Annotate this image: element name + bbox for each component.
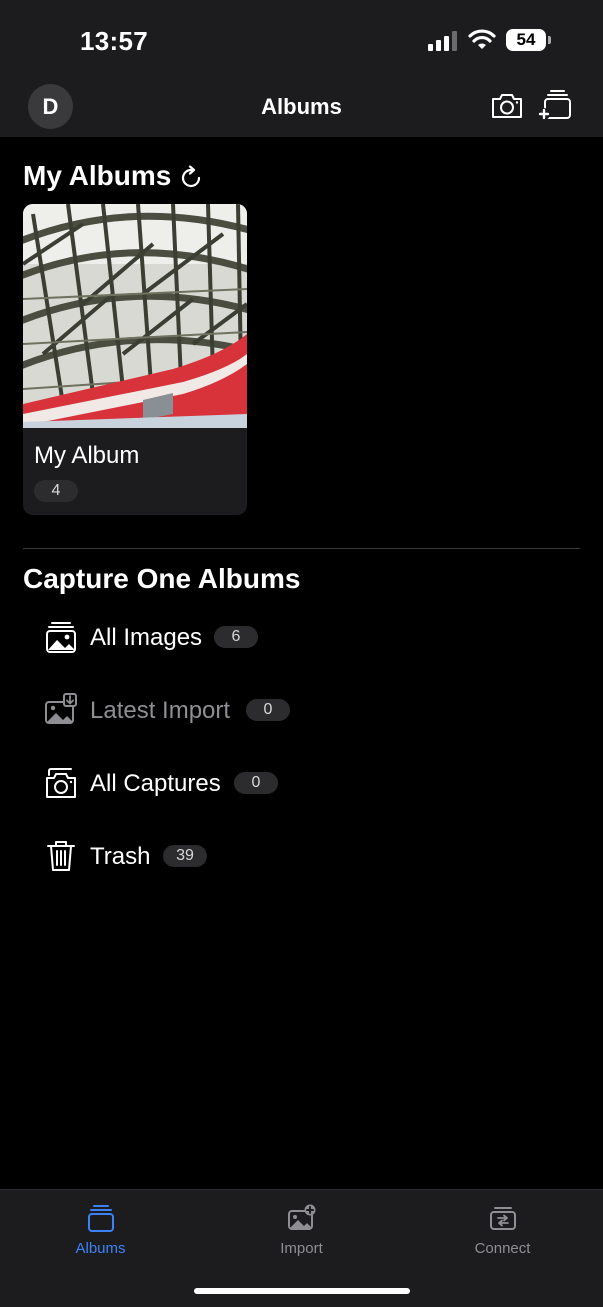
camera-icon[interactable] [490, 92, 524, 120]
battery-indicator: 54 [506, 29, 552, 53]
album-row-latest-import[interactable]: Latest Import 0 [44, 691, 544, 731]
capture-one-albums-heading: Capture One Albums [23, 563, 301, 594]
album-row-count: 39 [163, 845, 207, 867]
images-icon [46, 622, 76, 653]
albums-icon [88, 1205, 114, 1232]
captures-icon [46, 768, 76, 798]
top-bar: 13:57 54 D Albums [0, 0, 603, 137]
album-count-badge: 4 [34, 480, 78, 502]
tab-label: Import [280, 1240, 323, 1257]
trash-icon [47, 841, 75, 871]
album-row-all-captures[interactable]: All Captures 0 [44, 764, 544, 804]
album-row-label: Trash [90, 843, 151, 870]
album-row-trash[interactable]: Trash 39 [44, 837, 544, 877]
import-photo-icon [288, 1204, 316, 1230]
tab-label: Albums [75, 1240, 126, 1257]
tab-albums[interactable]: Albums [0, 1190, 201, 1270]
album-row-count: 0 [234, 772, 278, 794]
import-icon [45, 693, 77, 724]
refresh-icon[interactable] [178, 165, 204, 191]
album-row-all-images[interactable]: All Images 6 [44, 618, 544, 658]
add-album-icon[interactable] [537, 89, 573, 121]
tab-label: Connect [474, 1240, 531, 1257]
album-row-label: All Captures [90, 770, 221, 797]
album-row-label: All Images [90, 624, 203, 651]
cellular-signal-icon [428, 31, 457, 51]
wifi-icon [468, 29, 496, 49]
album-row-label: Latest Import [90, 697, 231, 724]
status-time: 13:57 [80, 26, 148, 56]
tab-connect[interactable]: Connect [402, 1190, 603, 1270]
album-row-count: 6 [214, 626, 258, 648]
connect-icon [490, 1207, 516, 1230]
album-row-count: 0 [246, 699, 290, 721]
my-albums-heading: My Albums [23, 160, 172, 191]
home-indicator [194, 1288, 410, 1294]
nav-bar: D Albums [0, 80, 603, 137]
battery-nub [548, 36, 551, 44]
album-thumbnail [23, 204, 247, 428]
tab-import[interactable]: Import [201, 1190, 402, 1270]
album-name: My Album [34, 442, 140, 469]
battery-level: 54 [506, 29, 546, 51]
status-bar: 13:57 54 [0, 0, 603, 80]
section-divider [23, 548, 580, 549]
album-card[interactable]: My Album 4 [23, 204, 247, 515]
